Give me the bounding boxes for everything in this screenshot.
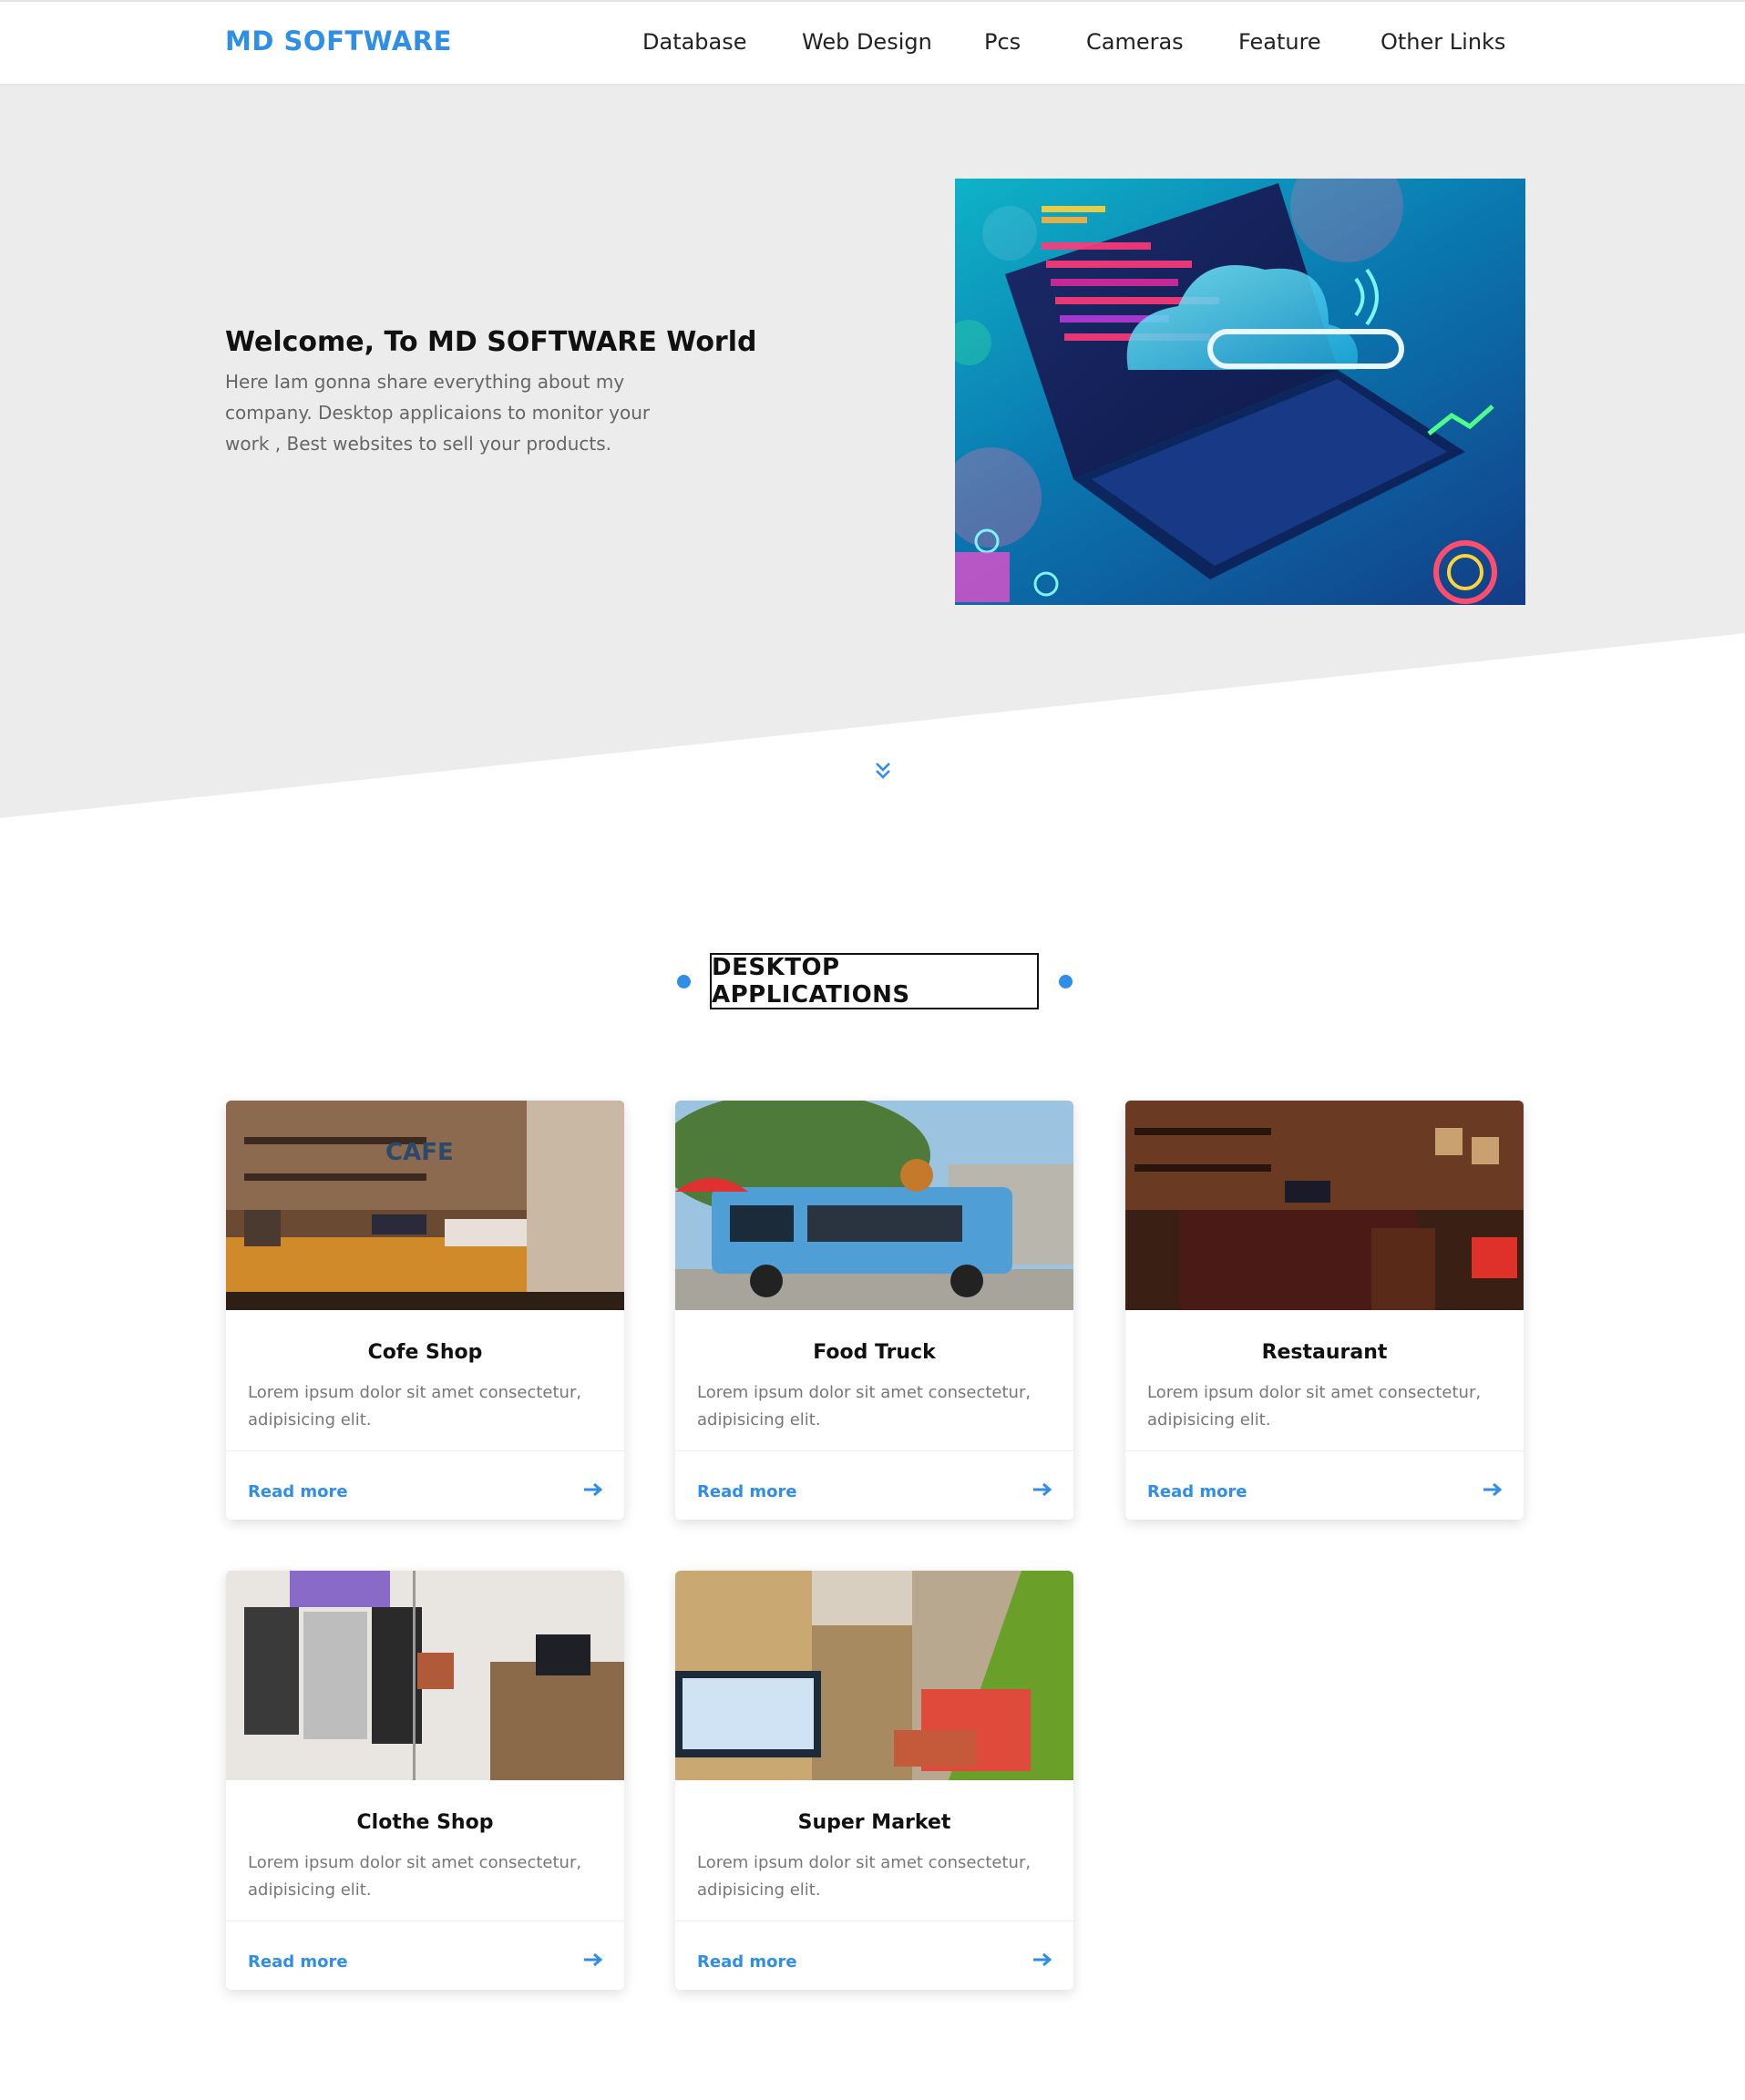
- card-image: [1125, 1101, 1524, 1310]
- chevron-double-down-icon: [876, 763, 890, 779]
- card-divider: [226, 1450, 624, 1451]
- card-title: Food Truck: [813, 1341, 936, 1364]
- brand-logo[interactable]: MD SOFTWARE: [225, 26, 452, 56]
- card-text: Lorem ipsum dolor sit amet consectetur, …: [697, 1853, 1032, 1900]
- card-title: Clothe Shop: [356, 1811, 494, 1834]
- app-card-food-truck: Food Truck Lorem ipsum dolor sit amet co…: [675, 1101, 1073, 1520]
- read-more-link[interactable]: Read more: [248, 1482, 348, 1501]
- card-image: [675, 1101, 1073, 1310]
- arrow-right-icon[interactable]: [1032, 1481, 1053, 1498]
- arrow-right-icon[interactable]: [582, 1951, 604, 1968]
- arrow-right-icon[interactable]: [582, 1481, 604, 1498]
- nav-link-pcs[interactable]: Pcs: [984, 29, 1021, 55]
- card-title: Super Market: [797, 1811, 951, 1834]
- svg-text:CAFE: CAFE: [385, 1139, 454, 1166]
- nav-link-web-design[interactable]: Web Design: [802, 29, 932, 55]
- food-truck-photo-icon: [675, 1101, 1073, 1310]
- heading-dot-right: [1059, 975, 1073, 989]
- navbar: MD SOFTWARE Database Web Design Pcs Came…: [0, 0, 1745, 84]
- page: MD SOFTWARE Database Web Design Pcs Came…: [0, 0, 1745, 2100]
- read-more-link[interactable]: Read more: [1147, 1482, 1247, 1501]
- hero-image: [955, 179, 1525, 605]
- card-image: [226, 1571, 624, 1780]
- nav-link-database[interactable]: Database: [642, 29, 747, 55]
- restaurant-photo-icon: [1125, 1101, 1524, 1310]
- hero-title: Welcome, To MD SOFTWARE World: [225, 326, 757, 358]
- arrow-right-icon[interactable]: [1032, 1951, 1053, 1968]
- read-more-link[interactable]: Read more: [697, 1952, 797, 1972]
- card-text: Lorem ipsum dolor sit amet consectetur, …: [248, 1383, 582, 1429]
- card-divider: [1125, 1450, 1524, 1451]
- app-card-cofe-shop: CAFE Cofe Shop Lorem ipsum dolor sit ame…: [226, 1101, 624, 1520]
- hero-text: Here Iam gonna share everything about my…: [225, 371, 651, 455]
- nav-link-cameras[interactable]: Cameras: [1086, 29, 1184, 55]
- app-card-super-market: Super Market Lorem ipsum dolor sit amet …: [675, 1571, 1073, 1990]
- app-card-restaurant: Restaurant Lorem ipsum dolor sit amet co…: [1125, 1101, 1524, 1520]
- card-title: Cofe Shop: [367, 1341, 483, 1364]
- read-more-link[interactable]: Read more: [248, 1952, 348, 1972]
- nav-link-other-links[interactable]: Other Links: [1381, 29, 1505, 55]
- section-title: DESKTOP APPLICATIONS: [710, 953, 1039, 1009]
- laptop-cloud-illustration-icon: [955, 179, 1497, 604]
- card-text: Lorem ipsum dolor sit amet consectetur, …: [697, 1383, 1032, 1429]
- super-market-photo-icon: [675, 1571, 1073, 1780]
- card-text: Lorem ipsum dolor sit amet consectetur, …: [1147, 1383, 1482, 1429]
- nav-link-feature[interactable]: Feature: [1238, 29, 1321, 55]
- app-card-clothe-shop: Clothe Shop Lorem ipsum dolor sit amet c…: [226, 1571, 624, 1990]
- card-image: [675, 1571, 1073, 1780]
- card-image: CAFE: [226, 1101, 624, 1310]
- card-text: Lorem ipsum dolor sit amet consectetur, …: [248, 1853, 582, 1900]
- card-divider: [675, 1450, 1073, 1451]
- heading-dot-left: [677, 975, 691, 989]
- card-title: Restaurant: [1261, 1341, 1388, 1364]
- cafe-photo-icon: CAFE: [226, 1101, 624, 1310]
- arrow-right-icon[interactable]: [1482, 1481, 1504, 1498]
- scroll-down-button[interactable]: [870, 758, 896, 784]
- clothe-shop-photo-icon: [226, 1571, 624, 1780]
- read-more-link[interactable]: Read more: [697, 1482, 797, 1501]
